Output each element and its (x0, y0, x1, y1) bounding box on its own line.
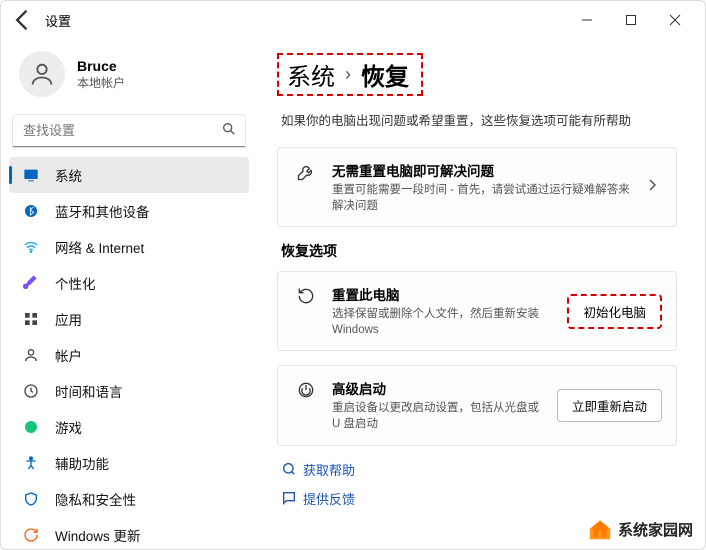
shield-icon (21, 491, 41, 507)
sidebar-item-label: 帐户 (55, 345, 82, 365)
sidebar-item-label: 个性化 (55, 273, 96, 293)
clock-icon (21, 383, 41, 399)
feedback-icon (281, 490, 303, 506)
feedback-label: 提供反馈 (303, 489, 355, 508)
avatar (19, 51, 65, 97)
reset-icon (292, 286, 320, 306)
reset-pc-button[interactable]: 初始化电脑 (567, 294, 662, 329)
restart-now-button[interactable]: 立即重新启动 (557, 389, 662, 422)
sidebar-item-label: 网络 & Internet (55, 237, 144, 257)
accessibility-icon (21, 455, 41, 471)
get-help-link[interactable]: 获取帮助 (277, 460, 677, 479)
advanced-startup-card: 高级启动 重启设备以更改启动设置，包括从光盘或 U 盘启动 立即重新启动 (277, 365, 677, 445)
brush-icon (21, 275, 41, 291)
help-icon (281, 461, 303, 477)
sidebar-item-label: 辅助功能 (55, 453, 109, 473)
intro-text: 如果你的电脑出现问题或希望重置，这些恢复选项可能有所帮助 (281, 110, 677, 129)
sidebar-item-time-language[interactable]: 时间和语言 (9, 373, 249, 409)
advanced-desc: 重启设备以更改启动设置，包括从光盘或 U 盘启动 (332, 400, 547, 432)
search-icon (221, 121, 237, 142)
help-links: 获取帮助 提供反馈 (277, 460, 677, 508)
account-icon (21, 347, 41, 363)
sidebar-item-network[interactable]: 网络 & Internet (9, 229, 249, 265)
search-input[interactable] (13, 115, 245, 147)
troubleshoot-card[interactable]: 无需重置电脑即可解决问题 重置可能需要一段时间 - 首先，请尝试通过运行疑难解答… (277, 147, 677, 227)
sidebar-item-label: 游戏 (55, 417, 82, 437)
wrench-icon (292, 162, 320, 182)
sidebar-item-label: 隐私和安全性 (55, 489, 136, 509)
brand-text: 系统家园网 (618, 519, 693, 540)
help-label: 获取帮助 (303, 460, 355, 479)
reset-title: 重置此电脑 (332, 284, 557, 304)
breadcrumb-root[interactable]: 系统 (287, 57, 335, 92)
user-name: Bruce (77, 58, 125, 74)
search-box (13, 115, 245, 147)
update-icon (21, 527, 41, 543)
advanced-title: 高级启动 (332, 378, 547, 398)
user-subtitle: 本地帐户 (77, 74, 125, 91)
troubleshoot-desc: 重置可能需要一段时间 - 首先，请尝试通过运行疑难解答来解决问题 (332, 182, 632, 214)
close-button[interactable] (653, 1, 697, 39)
sidebar: Bruce 本地帐户 系统 蓝牙和其他设备 (1, 39, 257, 549)
sidebar-item-label: Windows 更新 (55, 525, 141, 545)
user-block[interactable]: Bruce 本地帐户 (5, 43, 253, 109)
sidebar-item-label: 应用 (55, 309, 82, 329)
sidebar-item-personalization[interactable]: 个性化 (9, 265, 249, 301)
sidebar-item-label: 系统 (55, 165, 82, 185)
troubleshoot-title: 无需重置电脑即可解决问题 (332, 160, 632, 180)
sidebar-item-label: 时间和语言 (55, 381, 123, 401)
sidebar-item-accessibility[interactable]: 辅助功能 (9, 445, 249, 481)
sidebar-item-bluetooth[interactable]: 蓝牙和其他设备 (9, 193, 249, 229)
maximize-button[interactable] (609, 1, 653, 39)
sidebar-item-accounts[interactable]: 帐户 (9, 337, 249, 373)
reset-pc-card: 重置此电脑 选择保留或删除个人文件，然后重新安装 Windows 初始化电脑 (277, 271, 677, 351)
main-content: 系统 › 恢复 如果你的电脑出现问题或希望重置，这些恢复选项可能有所帮助 无需重… (257, 39, 705, 549)
chevron-right-icon: › (345, 64, 351, 85)
window-title: 设置 (45, 11, 71, 30)
feedback-link[interactable]: 提供反馈 (277, 489, 677, 508)
sidebar-item-label: 蓝牙和其他设备 (55, 201, 150, 221)
bluetooth-icon (21, 203, 41, 219)
apps-icon (21, 311, 41, 327)
recovery-options-title: 恢复选项 (281, 241, 677, 261)
sidebar-item-windows-update[interactable]: Windows 更新 (9, 517, 249, 549)
breadcrumb: 系统 › 恢复 (277, 53, 423, 96)
reset-desc: 选择保留或删除个人文件，然后重新安装 Windows (332, 306, 557, 338)
house-icon (586, 517, 614, 541)
wifi-icon (21, 239, 41, 255)
minimize-button[interactable] (565, 1, 609, 39)
nav: 系统 蓝牙和其他设备 网络 & Internet 个性化 (5, 157, 253, 549)
sidebar-item-gaming[interactable]: 游戏 (9, 409, 249, 445)
sidebar-item-privacy[interactable]: 隐私和安全性 (9, 481, 249, 517)
gaming-icon (21, 419, 41, 435)
chevron-right-icon[interactable] (642, 178, 662, 196)
breadcrumb-current: 恢复 (361, 57, 409, 92)
back-button[interactable] (9, 6, 37, 34)
sidebar-item-system[interactable]: 系统 (9, 157, 249, 193)
system-icon (21, 167, 41, 183)
brand-watermark: 系统家园网 (580, 515, 699, 543)
titlebar: 设置 (1, 1, 705, 39)
power-icon (292, 380, 320, 400)
sidebar-item-apps[interactable]: 应用 (9, 301, 249, 337)
